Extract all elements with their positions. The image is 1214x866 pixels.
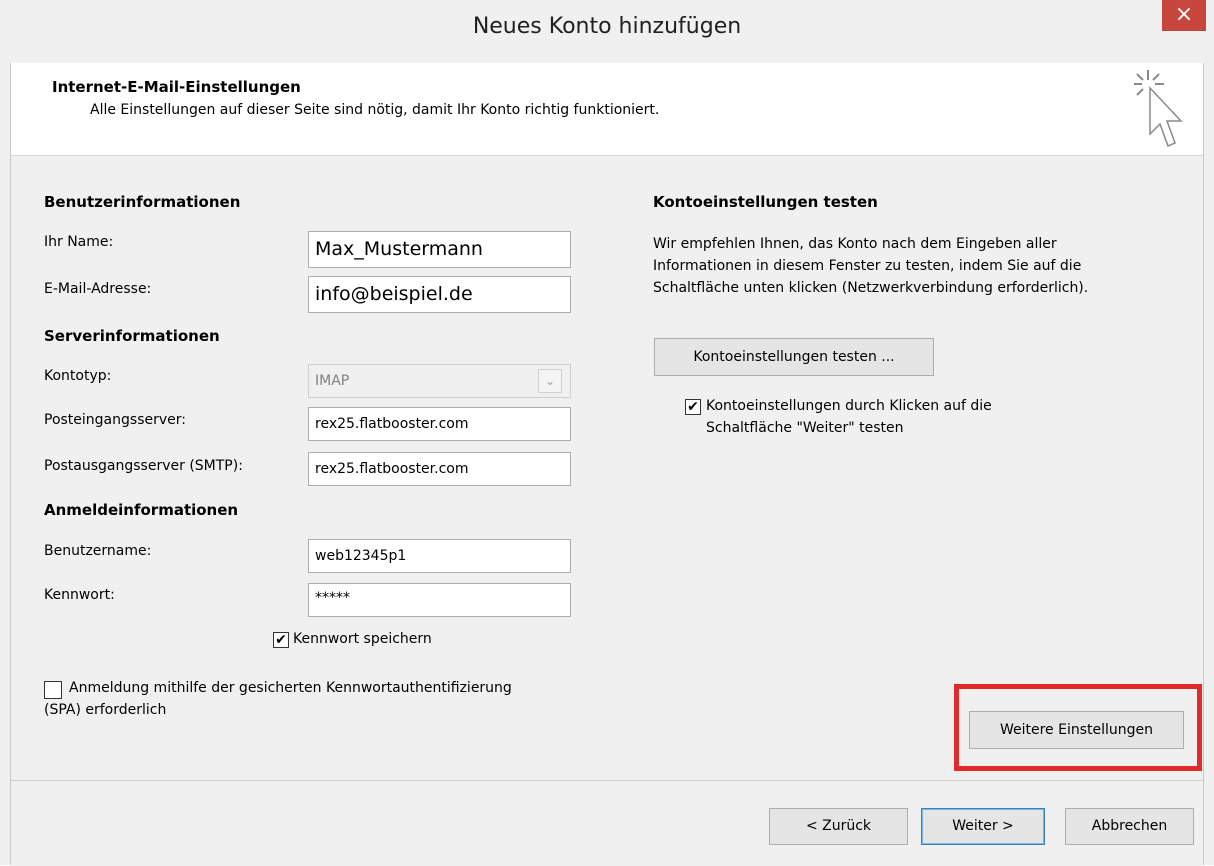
outgoing-server-input[interactable]: rex25.flatbooster.com bbox=[308, 452, 571, 486]
cancel-button[interactable]: Abbrechen bbox=[1065, 808, 1194, 845]
name-label: Ihr Name: bbox=[44, 234, 114, 250]
window-title: Neues Konto hinzufügen bbox=[472, 14, 742, 39]
spa-checkbox[interactable] bbox=[44, 681, 62, 699]
user-info-heading: Benutzerinformationen bbox=[44, 193, 241, 211]
chevron-down-icon: ⌄ bbox=[538, 369, 562, 393]
outgoing-server-label: Postausgangsserver (SMTP): bbox=[44, 458, 243, 474]
incoming-server-label: Posteingangsserver: bbox=[44, 412, 186, 428]
account-type-value: IMAP bbox=[315, 373, 350, 389]
test-description-line2: Informationen in diesem Fenster zu teste… bbox=[653, 258, 1082, 274]
next-button[interactable]: Weiter > bbox=[921, 808, 1045, 845]
password-label: Kennwort: bbox=[44, 587, 115, 603]
incoming-server-input[interactable]: rex25.flatbooster.com bbox=[308, 407, 571, 441]
back-button[interactable]: < Zurück bbox=[769, 808, 908, 845]
page-subtitle: Alle Einstellungen auf dieser Seite sind… bbox=[90, 102, 660, 118]
auto-test-checkbox[interactable]: ✔ bbox=[685, 399, 701, 415]
name-input[interactable]: Max_Mustermann bbox=[308, 231, 571, 268]
window-frame-left bbox=[0, 63, 11, 865]
highlight-frame bbox=[954, 684, 1202, 771]
test-account-settings-button[interactable]: Kontoeinstellungen testen ... bbox=[654, 338, 934, 376]
save-password-checkbox[interactable]: ✔ bbox=[273, 632, 289, 648]
close-button[interactable]: × bbox=[1162, 0, 1206, 31]
username-label: Benutzername: bbox=[44, 543, 152, 559]
account-type-label: Kontotyp: bbox=[44, 368, 112, 384]
page-title: Internet-E-Mail-Einstellungen bbox=[52, 78, 301, 96]
login-info-heading: Anmeldeinformationen bbox=[44, 501, 239, 519]
password-input[interactable]: ***** bbox=[308, 583, 571, 617]
username-input[interactable]: web12345p1 bbox=[308, 539, 571, 573]
auto-test-label-line2: Schaltfläche "Weiter" testen bbox=[706, 420, 904, 436]
account-type-select: IMAP bbox=[308, 364, 571, 398]
spa-label-line2: (SPA) erforderlich bbox=[44, 702, 167, 718]
test-description-line3: Schaltfläche unten klicken (Netzwerkverb… bbox=[653, 280, 1089, 296]
test-description-line1: Wir empfehlen Ihnen, das Konto nach dem … bbox=[653, 236, 1057, 252]
cursor-sparkle-icon bbox=[1134, 70, 1183, 148]
server-info-heading: Serverinformationen bbox=[44, 327, 220, 345]
email-input[interactable]: info@beispiel.de bbox=[308, 276, 571, 313]
spa-label-line1: Anmeldung mithilfe der gesicherten Kennw… bbox=[69, 680, 512, 696]
window-frame-right bbox=[1203, 63, 1214, 865]
auto-test-label-line1: Kontoeinstellungen durch Klicken auf die bbox=[706, 398, 992, 414]
test-heading: Kontoeinstellungen testen bbox=[653, 193, 878, 211]
email-label: E-Mail-Adresse: bbox=[44, 281, 152, 297]
save-password-label: Kennwort speichern bbox=[293, 631, 432, 647]
